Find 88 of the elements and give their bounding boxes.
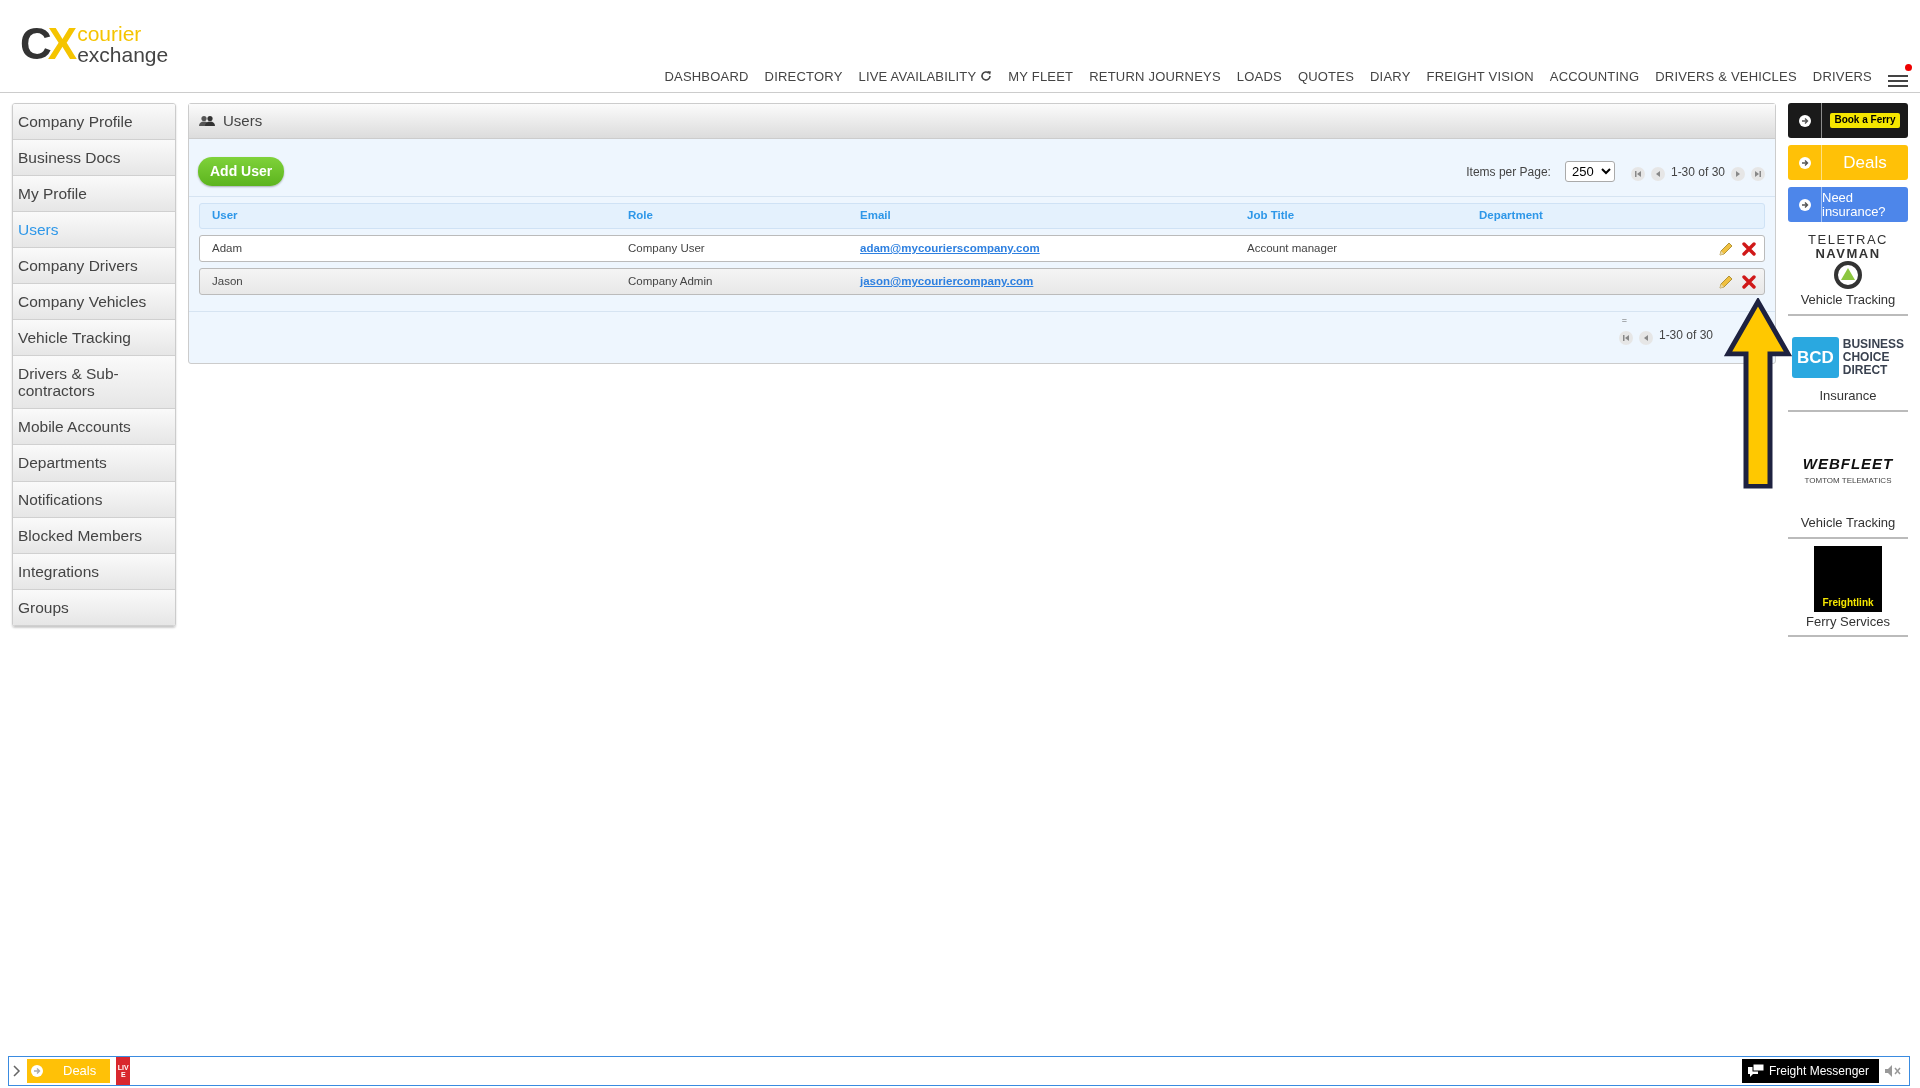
partner-caption: Vehicle Tracking [1800,291,1896,310]
items-per-page-label: Items per Page: [1466,163,1551,181]
column-header: Role [628,208,654,224]
nav-link[interactable]: DRIVERS & VEHICLES [1655,66,1797,86]
nav-link[interactable]: FREIGHT VISION [1426,66,1534,86]
column-header: User [211,208,239,224]
table-cell: Account manager [1247,241,1338,254]
last-page-icon [1751,167,1765,182]
partner-caption: Insurance [1819,387,1877,406]
last-page-button[interactable] [1751,164,1765,179]
muted-speaker-icon [1885,1065,1901,1077]
promo-button[interactable]: Need insurance? [1788,187,1908,222]
nav-link[interactable]: ACCOUNTING [1549,66,1640,86]
edit-button[interactable] [1718,273,1734,290]
table-cell: Company Admin [628,274,713,287]
sidebar-item[interactable]: My Profile [13,176,175,213]
messenger-button[interactable]: Freight Messenger [1741,1059,1879,1083]
email-link[interactable]: adam@mycourierscompany.com [860,241,1040,254]
arrow-circle-icon [1798,198,1811,211]
nav-link[interactable]: DIARY [1370,66,1411,86]
table-cell: Company User [628,241,705,254]
first-page-icon [1618,330,1633,345]
arrow-circle-icon [1798,114,1811,127]
notification-dot [1905,64,1912,72]
partner-caption: Vehicle Tracking [1800,514,1896,533]
first-page-button[interactable] [1618,328,1633,342]
close-icon [1742,274,1756,289]
chevron-icon [13,1065,21,1077]
pencil-icon [1718,240,1734,257]
menu-icon [1888,74,1908,88]
sidebar-item[interactable]: Blocked Members [13,517,175,554]
first-page-icon [1630,167,1645,182]
table-cell: Adam [212,241,243,254]
sidebar-item[interactable]: Drivers & Sub-contractors [13,356,175,410]
promo-button[interactable]: Book a Ferry [1788,103,1908,138]
refresh-icon [980,70,993,83]
partner-logo[interactable]: Freightlink [1814,545,1882,612]
panel-title: Users [223,110,263,131]
partner-caption: Ferry Services [1806,612,1890,631]
logo-text: exchange [77,44,169,65]
sidebar-item[interactable]: Integrations [13,553,175,590]
column-header: Email [860,208,892,224]
previous-page-button[interactable] [1638,328,1653,342]
partner-logo[interactable]: TELETRAC NAVMAN [1808,229,1888,291]
sidebar-item[interactable]: Groups [13,589,175,626]
first-page-button[interactable] [1630,164,1645,179]
delete-button[interactable] [1742,274,1756,289]
next-page-button[interactable] [1731,164,1745,179]
logo-mark: CX [20,22,74,66]
previous-page-button[interactable] [1650,164,1665,179]
users-icon [199,115,215,127]
chat-icon [1747,1064,1764,1078]
pencil-icon [1718,273,1734,290]
nav-link[interactable]: DRIVERS [1812,66,1872,86]
sidebar-item[interactable]: Company Drivers [13,248,175,285]
delete-button[interactable] [1742,241,1756,256]
arrow-circle-icon [1798,156,1811,169]
edit-button[interactable] [1718,240,1734,257]
sidebar-item[interactable]: Mobile Accounts [13,409,175,446]
nav-link[interactable]: LIVE AVAILABILITY [858,66,993,86]
arrow-circle-icon [31,1065,43,1077]
nav-link[interactable]: DIRECTORY [764,66,843,86]
close-icon [1742,241,1756,256]
column-header: Department [1479,208,1544,224]
nav-link[interactable]: DASHBOARD [664,66,749,86]
logo-text: courier [77,23,143,44]
table-cell: Jason [212,274,243,287]
nav-link[interactable]: QUOTES [1297,66,1354,86]
next-page-icon [1731,167,1745,182]
column-header: Job Title [1247,208,1296,224]
sidebar-item[interactable]: Vehicle Tracking [13,320,175,357]
nav-link[interactable]: RETURN JOURNEYS [1089,66,1221,86]
sidebar-item[interactable]: Company Profile [13,104,175,141]
sidebar-item[interactable]: Company Vehicles [13,284,175,321]
footer-mark: = [1621,314,1627,327]
sidebar-item[interactable]: Notifications [13,481,175,518]
previous-page-icon [1638,330,1653,345]
previous-page-icon [1650,167,1665,182]
sidebar-item[interactable]: Departments [13,445,175,482]
nav-link[interactable]: MY FLEET [1008,66,1074,86]
nav-link[interactable]: LOADS [1236,66,1282,86]
page-range: 1-30 of 30 [1658,327,1713,344]
ring-icon [1833,260,1863,291]
partner-logo[interactable]: WEBFLEET TOMTOM TELEMATICS [1802,418,1894,514]
items-per-page-select[interactable]: 250 [1564,161,1615,182]
page-range: 1-30 of 30 [1670,163,1725,181]
sound-button[interactable] [1885,1065,1901,1077]
sidebar-item[interactable]: Business Docs [13,140,175,177]
